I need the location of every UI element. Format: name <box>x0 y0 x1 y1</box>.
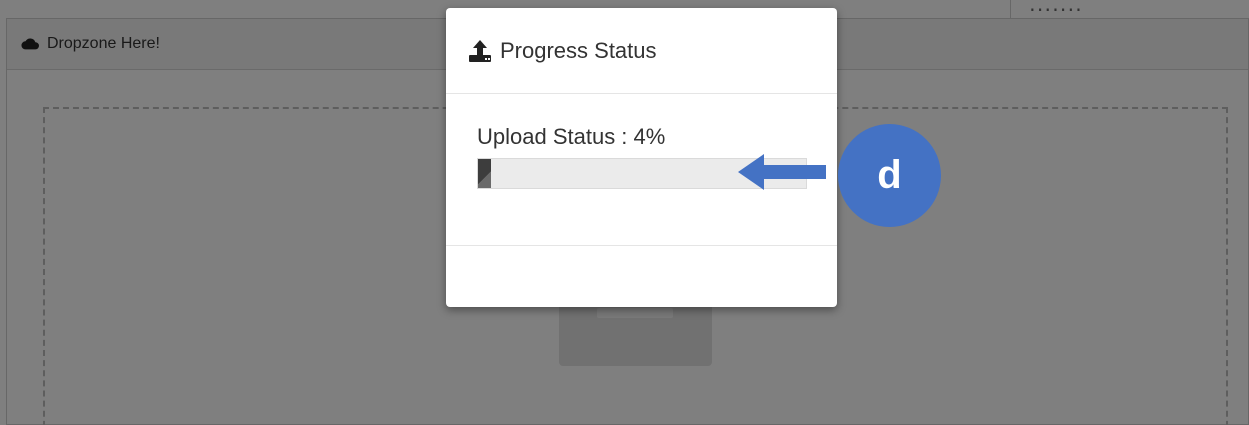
progress-bar-fill <box>478 159 492 188</box>
arrow-left-icon <box>738 154 826 190</box>
badge-label: d <box>877 153 902 197</box>
annotation-badge: d <box>838 124 941 227</box>
page: ․․․․․․․ Dropzone Here! Progress Status U… <box>0 0 1249 425</box>
upload-icon <box>469 39 491 62</box>
modal-footer <box>446 246 837 307</box>
modal-header: Progress Status <box>446 8 837 94</box>
upload-status-text: Upload Status : 4% <box>477 124 666 149</box>
modal-title: Progress Status <box>500 37 657 63</box>
